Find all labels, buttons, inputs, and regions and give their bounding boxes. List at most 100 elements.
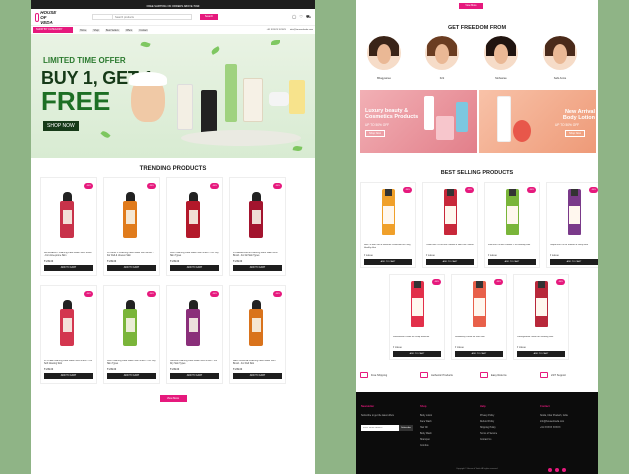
add-to-cart-button[interactable]: ADD TO CART bbox=[393, 351, 441, 357]
product-card[interactable]: -50% Strawberry Lotion for Soft Skin ₹ 299… bbox=[451, 274, 507, 360]
product-card[interactable]: -50% KIWI Foaming Face Wash With Brush - … bbox=[166, 177, 223, 276]
product-image[interactable] bbox=[60, 300, 74, 346]
product-image[interactable] bbox=[411, 281, 424, 327]
add-to-cart-button[interactable]: ADD TO CART bbox=[107, 265, 156, 271]
search-button[interactable]: Search bbox=[200, 14, 218, 20]
product-image[interactable] bbox=[382, 189, 395, 235]
product-image[interactable] bbox=[444, 189, 457, 235]
influencer-card[interactable]: Bhagyasree bbox=[364, 36, 404, 80]
add-to-cart-button[interactable]: ADD TO CART bbox=[233, 265, 282, 271]
product-card[interactable]: -50% LYCHEE Foaming Face Wash With Brush … bbox=[40, 285, 97, 384]
product-bottle-image bbox=[456, 102, 468, 132]
product-card[interactable]: -50% Kiwi Hair Oil with Vitamin C for Hea… bbox=[484, 182, 540, 268]
product-card[interactable]: -50% Hair Oil with Sun & Moisture Protect… bbox=[360, 182, 416, 268]
nav-link[interactable]: Best Sellers bbox=[104, 28, 120, 32]
add-to-cart-button[interactable]: ADD TO CART bbox=[364, 259, 412, 265]
product-card[interactable]: -50% VITAMIN C Foaming Face Wash With Bru… bbox=[103, 177, 160, 276]
promo-title: Luxury beauty & Cosmetics Products bbox=[365, 108, 419, 120]
product-price: ₹ 349.00 bbox=[364, 255, 373, 257]
product-name[interactable]: Pomegranate Lotion for Glowing Skin bbox=[517, 336, 565, 345]
product-name[interactable]: RED ORANGE Foaming Face Wash With Brush … bbox=[233, 360, 282, 366]
add-to-cart-button[interactable]: ADD TO CART bbox=[517, 351, 565, 357]
nav-link[interactable]: Shop bbox=[92, 28, 100, 32]
product-image[interactable] bbox=[535, 281, 548, 327]
product-name[interactable]: Kiwi Hair Oil with Vitamin C for Healthy… bbox=[488, 244, 536, 253]
product-image[interactable] bbox=[186, 192, 200, 238]
footer-link[interactable]: Combos bbox=[420, 443, 432, 449]
add-to-cart-button[interactable]: ADD TO CART bbox=[170, 265, 219, 271]
product-name[interactable]: LYCHEE Foaming Face Wash With Brush - Fo… bbox=[44, 360, 93, 366]
add-to-cart-button[interactable]: ADD TO CART bbox=[550, 259, 598, 265]
promo-shop-button[interactable]: Shop Now bbox=[565, 130, 585, 137]
product-card[interactable]: -50% GRAPE Foaming Face Wash With Brush -… bbox=[166, 285, 223, 384]
nav-link[interactable]: Home bbox=[79, 28, 88, 32]
subscribe-button[interactable]: Subscribe bbox=[399, 425, 413, 431]
shop-now-button[interactable]: SHOP NOW bbox=[43, 121, 79, 131]
feature-label: 24/7 Support bbox=[551, 373, 566, 377]
product-name[interactable]: Onion Hair Oil for Hair Growth & Hair Fa… bbox=[426, 244, 474, 253]
product-name[interactable]: Watermelon Lotion for Deep Moisture bbox=[393, 336, 441, 345]
product-image[interactable] bbox=[186, 300, 200, 346]
product-card[interactable]: -50% Grape Hair Oil for Smooth & Shiny Ha… bbox=[546, 182, 598, 268]
promo-shop-button[interactable]: Shop Now bbox=[365, 130, 385, 137]
product-name[interactable]: GRAPE Foaming Face Wash With Brush - For… bbox=[170, 360, 219, 366]
footer-phone[interactable]: +91 XXXXX XXXXX bbox=[540, 425, 594, 431]
product-card[interactable]: -50% KIWI Foaming Face Wash With Brush - … bbox=[103, 285, 160, 384]
product-image[interactable] bbox=[60, 192, 74, 238]
heart-icon[interactable]: ♡ bbox=[299, 14, 303, 20]
site-logo[interactable]: HOUSE OF VEDA bbox=[35, 10, 57, 25]
product-name[interactable]: RASPBERRY Foaming Face Wash With Brush -… bbox=[44, 252, 93, 258]
product-card[interactable]: -50% Watermelon Lotion for Deep Moisture ₹… bbox=[389, 274, 445, 360]
product-card[interactable]: -50% Onion Hair Oil for Hair Growth & Hai… bbox=[422, 182, 478, 268]
product-card[interactable]: -50% Pomegranate Lotion for Glowing Skin ₹… bbox=[513, 274, 569, 360]
product-name[interactable]: KIWI Foaming Face Wash With Brush - For … bbox=[170, 252, 219, 258]
product-image[interactable] bbox=[568, 189, 581, 235]
product-card[interactable]: -50% POMEGRANATE Foaming Face Wash With B… bbox=[229, 177, 286, 276]
product-image[interactable] bbox=[473, 281, 486, 327]
phone-text[interactable]: +91 XXXXX XXXXX bbox=[266, 29, 286, 31]
influencer-card[interactable]: Kriti bbox=[422, 36, 462, 80]
product-card[interactable]: -50% RASPBERRY Foaming Face Wash With Bru… bbox=[40, 177, 97, 276]
product-card[interactable]: -50% RED ORANGE Foaming Face Wash With Br… bbox=[229, 285, 286, 384]
product-image[interactable] bbox=[506, 189, 519, 235]
influencer-card[interactable]: Sabi Annie bbox=[540, 36, 580, 80]
product-name[interactable]: Grape Hair Oil for Smooth & Shiny Hair bbox=[550, 244, 598, 253]
category-select[interactable] bbox=[93, 15, 113, 19]
instagram-icon[interactable] bbox=[555, 468, 559, 472]
email-text[interactable]: info@houseofveda.com bbox=[290, 29, 313, 31]
promo-subtitle: UP TO 50% OFF bbox=[365, 123, 390, 127]
product-image[interactable] bbox=[123, 300, 137, 346]
user-icon[interactable]: ◯ bbox=[292, 14, 296, 20]
add-to-cart-button[interactable]: ADD TO CART bbox=[44, 265, 93, 271]
cart-icon[interactable]: ⛟ bbox=[306, 14, 311, 20]
newsletter-email-input[interactable] bbox=[361, 425, 399, 431]
product-image[interactable] bbox=[249, 192, 263, 238]
promo-banner-luxury[interactable]: Luxury beauty & Cosmetics Products UP TO… bbox=[360, 90, 477, 153]
product-name[interactable]: POMEGRANATE Foaming Face Wash With Brush… bbox=[233, 252, 282, 258]
promo-banner-lotion[interactable]: New Arrival Body Lotion UP TO 50% OFF Sh… bbox=[479, 90, 596, 153]
add-to-cart-button[interactable]: ADD TO CART bbox=[44, 373, 93, 379]
product-image[interactable] bbox=[123, 192, 137, 238]
view-more-button[interactable]: View More bbox=[459, 3, 483, 9]
product-name[interactable]: KIWI Foaming Face Wash With Brush - For … bbox=[107, 360, 156, 366]
hero-banner[interactable]: LIMITED TIME OFFER BUY 1, GET 1 FREE SHO… bbox=[31, 34, 315, 158]
product-name[interactable]: VITAMIN C Foaming Face Wash With Brush -… bbox=[107, 252, 156, 258]
product-image[interactable] bbox=[249, 300, 263, 346]
add-to-cart-button[interactable]: ADD TO CART bbox=[488, 259, 536, 265]
shop-by-category-button[interactable]: SHOP BY CATEGORY bbox=[33, 27, 73, 33]
add-to-cart-button[interactable]: ADD TO CART bbox=[233, 373, 282, 379]
add-to-cart-button[interactable]: ADD TO CART bbox=[107, 373, 156, 379]
add-to-cart-button[interactable]: ADD TO CART bbox=[455, 351, 503, 357]
view-more-button[interactable]: View More bbox=[159, 395, 187, 402]
footer-link[interactable]: Contact Us bbox=[480, 437, 497, 443]
search-input[interactable] bbox=[113, 15, 191, 19]
nav-link[interactable]: Contact bbox=[138, 28, 149, 32]
add-to-cart-button[interactable]: ADD TO CART bbox=[426, 259, 474, 265]
facebook-icon[interactable] bbox=[548, 468, 552, 472]
nav-link[interactable]: Offers bbox=[124, 28, 134, 32]
influencer-card[interactable]: Mohasree bbox=[481, 36, 521, 80]
product-name[interactable]: Hair Oil with Sun & Moisture Protection … bbox=[364, 244, 412, 253]
youtube-icon[interactable] bbox=[562, 468, 566, 472]
product-name[interactable]: Strawberry Lotion for Soft Skin bbox=[455, 336, 503, 345]
add-to-cart-button[interactable]: ADD TO CART bbox=[170, 373, 219, 379]
